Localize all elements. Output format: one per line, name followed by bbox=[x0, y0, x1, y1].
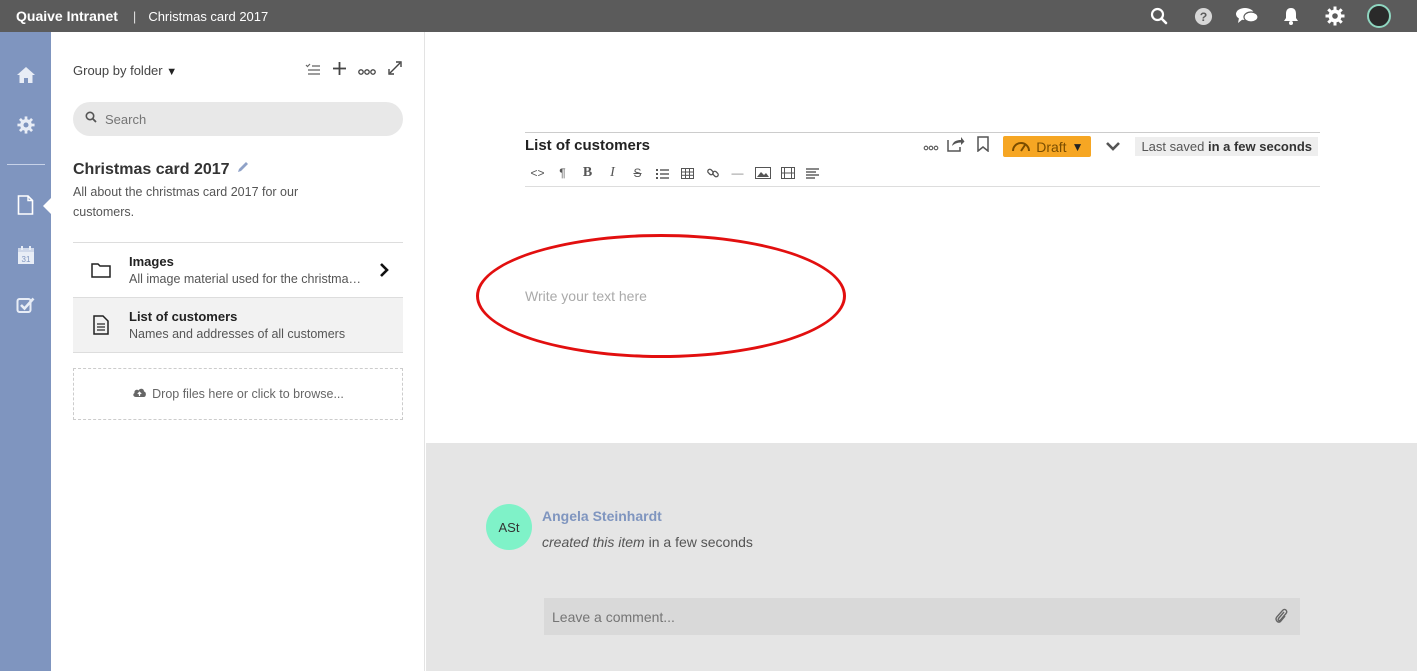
svg-text:?: ? bbox=[1199, 9, 1207, 23]
saved-prefix: Last saved bbox=[1141, 139, 1205, 154]
content-list: Images All image material used for the c… bbox=[73, 242, 403, 353]
active-pointer bbox=[43, 198, 51, 214]
code-button[interactable]: <> bbox=[525, 164, 550, 182]
align-icon[interactable] bbox=[800, 164, 825, 182]
save-status: Last saved in a few seconds bbox=[1135, 137, 1318, 156]
horizontal-rule-button[interactable]: — bbox=[725, 164, 750, 182]
chevron-right-icon[interactable] bbox=[379, 262, 389, 283]
search-box bbox=[73, 102, 403, 136]
caret-down-icon: ▼ bbox=[166, 66, 178, 78]
calendar-icon[interactable]: 31 bbox=[0, 241, 51, 269]
calendar-day: 31 bbox=[21, 255, 30, 264]
comment-input[interactable] bbox=[552, 608, 1252, 625]
more-icon[interactable] bbox=[358, 62, 376, 80]
comment-box bbox=[544, 598, 1300, 635]
list-item-subtitle: Names and addresses of all customers bbox=[129, 327, 346, 341]
bold-button[interactable]: B bbox=[575, 164, 600, 182]
activity-line: created this item in a few seconds bbox=[542, 534, 753, 550]
more-icon[interactable] bbox=[923, 138, 939, 156]
share-icon[interactable] bbox=[947, 136, 965, 157]
sidebar-toolbar bbox=[305, 61, 402, 80]
rail-divider bbox=[7, 164, 45, 165]
chat-icon[interactable] bbox=[1225, 0, 1269, 32]
search-icon[interactable] bbox=[1137, 0, 1181, 32]
bookmark-icon[interactable] bbox=[977, 136, 989, 157]
gear-icon[interactable] bbox=[0, 111, 51, 139]
gear-icon[interactable] bbox=[1313, 0, 1357, 32]
add-icon[interactable] bbox=[333, 61, 346, 80]
group-by-dropdown[interactable]: Group by folder ▼ bbox=[73, 63, 177, 78]
editor-text-area[interactable]: Write your text here bbox=[525, 288, 647, 304]
strikethrough-button[interactable]: S bbox=[625, 164, 650, 182]
italic-button[interactable]: I bbox=[600, 164, 625, 182]
workspace-title-text: Christmas card 2017 bbox=[73, 160, 230, 178]
paperclip-icon[interactable] bbox=[1274, 607, 1288, 630]
editor-header: List of customers Draft ▼ Last saved in … bbox=[525, 132, 1320, 187]
folder-icon bbox=[73, 262, 129, 278]
group-by-label: Group by folder bbox=[73, 63, 163, 78]
app-rail: 31 bbox=[0, 32, 51, 671]
chevron-down-icon[interactable] bbox=[1105, 138, 1121, 156]
search-icon bbox=[85, 110, 97, 128]
workspace-title: Christmas card 2017 bbox=[73, 160, 250, 179]
avatar[interactable]: ASt bbox=[486, 504, 532, 550]
status-dropdown[interactable]: Draft ▼ bbox=[1003, 136, 1092, 157]
link-icon[interactable] bbox=[700, 164, 725, 182]
activity-panel: ASt Angela Steinhardt created this item … bbox=[426, 443, 1417, 671]
drop-zone-label: Drop files here or click to browse... bbox=[152, 387, 344, 401]
format-toolbar: <> ¶ B I S — bbox=[525, 164, 825, 182]
search-input[interactable] bbox=[105, 111, 385, 127]
workspace-description: All about the christmas card 2017 for ou… bbox=[73, 185, 299, 219]
breadcrumb-separator: | bbox=[132, 8, 137, 24]
list-icon[interactable] bbox=[650, 164, 675, 182]
editor-actions: Draft ▼ Last saved in a few seconds bbox=[923, 136, 1318, 157]
list-item-images[interactable]: Images All image material used for the c… bbox=[73, 243, 403, 298]
image-icon[interactable] bbox=[750, 164, 775, 182]
user-avatar[interactable] bbox=[1357, 0, 1401, 32]
list-item-subtitle: All image material used for the christma… bbox=[129, 272, 364, 286]
content-sidebar: Group by folder ▼ Christmas card 2017 Al… bbox=[51, 32, 425, 671]
document-icon bbox=[73, 315, 129, 335]
cloud-upload-icon bbox=[132, 387, 147, 401]
table-icon[interactable] bbox=[675, 164, 700, 182]
breadcrumb[interactable]: Christmas card 2017 bbox=[148, 9, 268, 24]
saved-time: in a few seconds bbox=[1207, 139, 1312, 154]
file-drop-zone[interactable]: Drop files here or click to browse... bbox=[73, 368, 403, 420]
pencil-icon[interactable] bbox=[236, 160, 250, 179]
expand-icon[interactable] bbox=[388, 61, 402, 80]
caret-down-icon: ▼ bbox=[1071, 139, 1084, 154]
batch-select-icon[interactable] bbox=[305, 62, 321, 80]
editor-panel: List of customers Draft ▼ Last saved in … bbox=[426, 32, 1417, 443]
list-item-list-of-customers[interactable]: List of customers Names and addresses of… bbox=[73, 298, 403, 353]
bell-icon[interactable] bbox=[1269, 0, 1313, 32]
help-icon[interactable]: ? bbox=[1181, 0, 1225, 32]
video-icon[interactable] bbox=[775, 164, 800, 182]
author-link[interactable]: Angela Steinhardt bbox=[542, 508, 662, 524]
top-icons: ? bbox=[1137, 0, 1401, 32]
status-label: Draft bbox=[1036, 138, 1067, 155]
gauge-icon bbox=[1011, 139, 1031, 155]
home-icon[interactable] bbox=[0, 61, 51, 89]
paragraph-button[interactable]: ¶ bbox=[550, 164, 575, 182]
top-bar: Quaive Intranet | Christmas card 2017 ? bbox=[0, 0, 1417, 32]
checkbox-icon[interactable] bbox=[0, 291, 51, 319]
activity-action: created this item bbox=[542, 534, 645, 550]
list-item-title: Images bbox=[129, 254, 174, 269]
list-item-title: List of customers bbox=[129, 309, 238, 324]
activity-time: in a few seconds bbox=[648, 534, 753, 550]
brand-title[interactable]: Quaive Intranet bbox=[16, 8, 118, 24]
document-title[interactable]: List of customers bbox=[525, 137, 650, 154]
